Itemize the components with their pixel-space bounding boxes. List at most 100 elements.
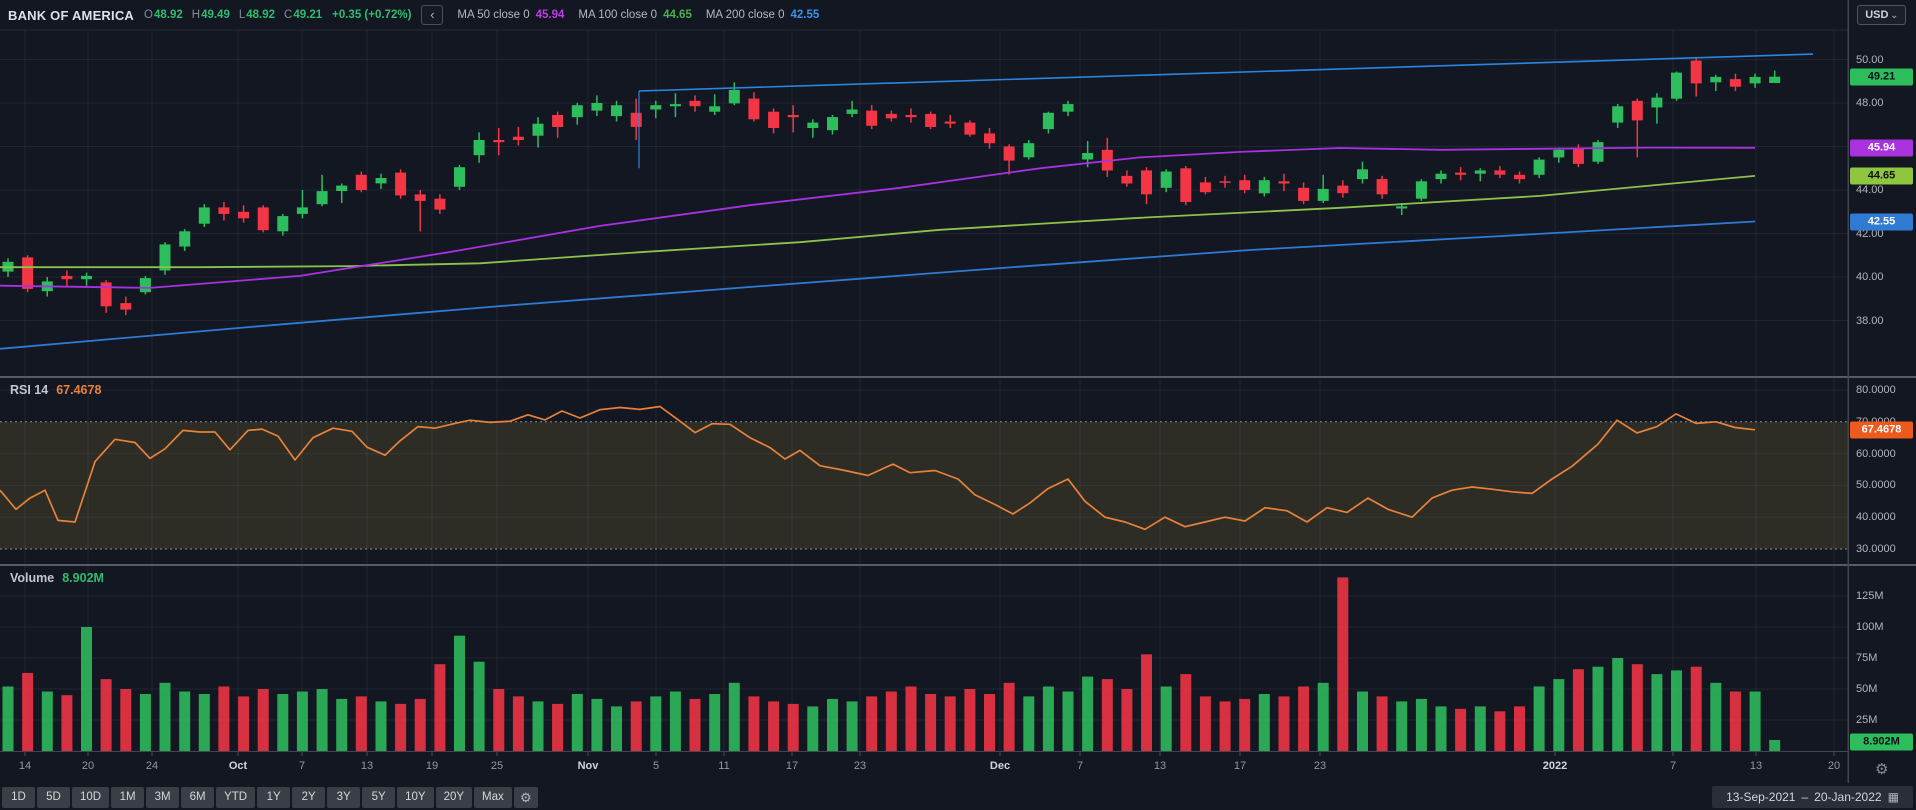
axis-tick-label: 44.00 bbox=[1856, 184, 1884, 196]
calendar-icon: ▦ bbox=[1888, 790, 1899, 804]
rsi-pane-legend[interactable]: RSI 14 67.4678 bbox=[10, 383, 101, 397]
range-button-2y[interactable]: 2Y bbox=[292, 787, 325, 808]
volume-pane-legend[interactable]: Volume 8.902M bbox=[10, 571, 104, 585]
axis-tick-label: 25M bbox=[1856, 714, 1877, 726]
range-button-10y[interactable]: 10Y bbox=[397, 787, 433, 808]
time-tick-label: 7 bbox=[1670, 760, 1676, 772]
toolbar-settings-gear-icon[interactable]: ⚙ bbox=[514, 787, 538, 808]
time-tick-label: 17 bbox=[786, 760, 798, 772]
time-tick-label: 20 bbox=[1828, 760, 1840, 772]
rsi-value-badge: 67.4678 bbox=[1850, 421, 1913, 438]
ma-legend-item[interactable]: MA 50 close 0 45.94 bbox=[457, 9, 564, 21]
axis-tick-label: 80.0000 bbox=[1856, 384, 1896, 396]
time-tick-label: 14 bbox=[19, 760, 31, 772]
time-tick-label: 17 bbox=[1234, 760, 1246, 772]
currency-selector-button[interactable]: USD⌄ bbox=[1857, 5, 1906, 25]
ma-legend-value: 45.94 bbox=[536, 9, 565, 21]
range-button-20y[interactable]: 20Y bbox=[436, 787, 472, 808]
time-tick-label: Dec bbox=[990, 760, 1010, 772]
ohlc-item: H49.49 bbox=[192, 9, 230, 21]
range-button-ytd[interactable]: YTD bbox=[216, 787, 255, 808]
time-tick-label: 23 bbox=[1314, 760, 1326, 772]
ohlc-item: C49.21 bbox=[284, 9, 322, 21]
volume-label: Volume bbox=[10, 571, 54, 585]
axis-tick-label: 48.00 bbox=[1856, 97, 1884, 109]
ma-legend-label: MA 50 close 0 bbox=[457, 9, 529, 21]
time-tick-label: Nov bbox=[578, 760, 599, 772]
axis-tick-label: 125M bbox=[1856, 590, 1884, 602]
range-button-1m[interactable]: 1M bbox=[111, 787, 144, 808]
last-price-badge: 49.21 bbox=[1850, 68, 1913, 85]
axis-tick-label: 30.0000 bbox=[1856, 543, 1896, 555]
ma-legend: MA 50 close 045.94MA 100 close 044.65MA … bbox=[457, 9, 819, 21]
range-button-3y[interactable]: 3Y bbox=[327, 787, 360, 808]
currency-label: USD bbox=[1865, 9, 1888, 21]
chart-legend-bar: BANK OF AMERICA O48.92H49.49L48.92C49.21… bbox=[0, 0, 1848, 30]
pane-separators[interactable] bbox=[0, 0, 1916, 783]
ohlc-key: C bbox=[284, 9, 292, 21]
time-tick-label: 2022 bbox=[1543, 760, 1567, 772]
ohlc-key: H bbox=[192, 9, 200, 21]
rsi-label: RSI 14 bbox=[10, 383, 48, 397]
ma200-line bbox=[0, 222, 1755, 349]
volume-bars bbox=[3, 577, 1781, 751]
time-tick-label: 13 bbox=[1154, 760, 1166, 772]
range-button-1y[interactable]: 1Y bbox=[257, 787, 290, 808]
ma-legend-value: 42.55 bbox=[790, 9, 819, 21]
axis-tick-label: 60.0000 bbox=[1856, 448, 1896, 460]
ohlc-value: 48.92 bbox=[246, 9, 275, 21]
time-tick-label: Oct bbox=[229, 760, 247, 772]
time-tick-label: 23 bbox=[854, 760, 866, 772]
ma200-price-badge: 42.55 bbox=[1850, 213, 1913, 230]
time-tick-label: 13 bbox=[361, 760, 373, 772]
range-button-max[interactable]: Max bbox=[474, 787, 512, 808]
date-separator: – bbox=[1801, 790, 1808, 804]
ma100-price-badge: 44.65 bbox=[1850, 167, 1913, 184]
rsi-band bbox=[0, 422, 1848, 549]
change-value: +0.35 (+0.72%) bbox=[332, 9, 411, 21]
time-tick-label: 5 bbox=[653, 760, 659, 772]
ma-legend-item[interactable]: MA 200 close 0 42.55 bbox=[706, 9, 819, 21]
range-button-10d[interactable]: 10D bbox=[72, 787, 109, 808]
axis-tick-label: 50.00 bbox=[1856, 54, 1884, 66]
range-button-5d[interactable]: 5D bbox=[37, 787, 70, 808]
volume-value: 8.902M bbox=[62, 571, 104, 585]
range-button-3m[interactable]: 3M bbox=[146, 787, 179, 808]
rsi-value: 67.4678 bbox=[56, 383, 101, 397]
ohlc-values: O48.92H49.49L48.92C49.21 bbox=[144, 9, 322, 21]
grid-lines bbox=[0, 30, 1848, 751]
range-button-1d[interactable]: 1D bbox=[2, 787, 35, 808]
chevron-down-icon: ⌄ bbox=[1890, 10, 1898, 20]
chart-canvas[interactable] bbox=[0, 0, 1916, 810]
time-tick-label: 25 bbox=[491, 760, 503, 772]
legend-collapse-button[interactable]: ‹ bbox=[421, 5, 443, 25]
axis-settings-gear-icon[interactable]: ⚙ bbox=[1875, 760, 1888, 778]
price-axis[interactable]: ⚙ 50.0048.0044.0042.0040.0038.0080.00007… bbox=[1848, 0, 1916, 783]
ohlc-item: O48.92 bbox=[144, 9, 183, 21]
ma-legend-label: MA 100 close 0 bbox=[578, 9, 657, 21]
axis-tick-label: 38.00 bbox=[1856, 315, 1884, 327]
axis-tick-label: 50.0000 bbox=[1856, 479, 1896, 491]
range-toolbar: 1D5D10D1M3M6MYTD1Y2Y3Y5Y10Y20YMax⚙ bbox=[2, 787, 538, 808]
date-range-button[interactable]: 13-Sep-2021 – 20-Jan-2022 ▦ bbox=[1712, 786, 1913, 808]
time-tick-label: 19 bbox=[426, 760, 438, 772]
ma-legend-value: 44.65 bbox=[663, 9, 692, 21]
axis-tick-label: 100M bbox=[1856, 621, 1884, 633]
chart-window: BANK OF AMERICA O48.92H49.49L48.92C49.21… bbox=[0, 0, 1916, 810]
symbol-title: BANK OF AMERICA bbox=[8, 8, 134, 23]
ohlc-value: 48.92 bbox=[154, 9, 183, 21]
ma-legend-item[interactable]: MA 100 close 0 44.65 bbox=[578, 9, 691, 21]
range-button-5y[interactable]: 5Y bbox=[362, 787, 395, 808]
ma50-price-badge: 45.94 bbox=[1850, 139, 1913, 156]
range-button-6m[interactable]: 6M bbox=[181, 787, 214, 808]
ma-legend-label: MA 200 close 0 bbox=[706, 9, 785, 21]
time-tick-label: 11 bbox=[718, 760, 729, 772]
axis-tick-label: 75M bbox=[1856, 652, 1877, 664]
time-tick-label: 24 bbox=[146, 760, 158, 772]
axis-tick-label: 50M bbox=[1856, 683, 1877, 695]
time-tick-label: 7 bbox=[299, 760, 305, 772]
time-axis[interactable]: 14 20 24 Oct 7 13 19 25 Nov 5 11 17 23 Dec 7 13 17 23 2022… bbox=[0, 752, 1848, 784]
date-to: 20-Jan-2022 bbox=[1814, 790, 1881, 804]
date-from: 13-Sep-2021 bbox=[1726, 790, 1795, 804]
ohlc-key: O bbox=[144, 9, 153, 21]
